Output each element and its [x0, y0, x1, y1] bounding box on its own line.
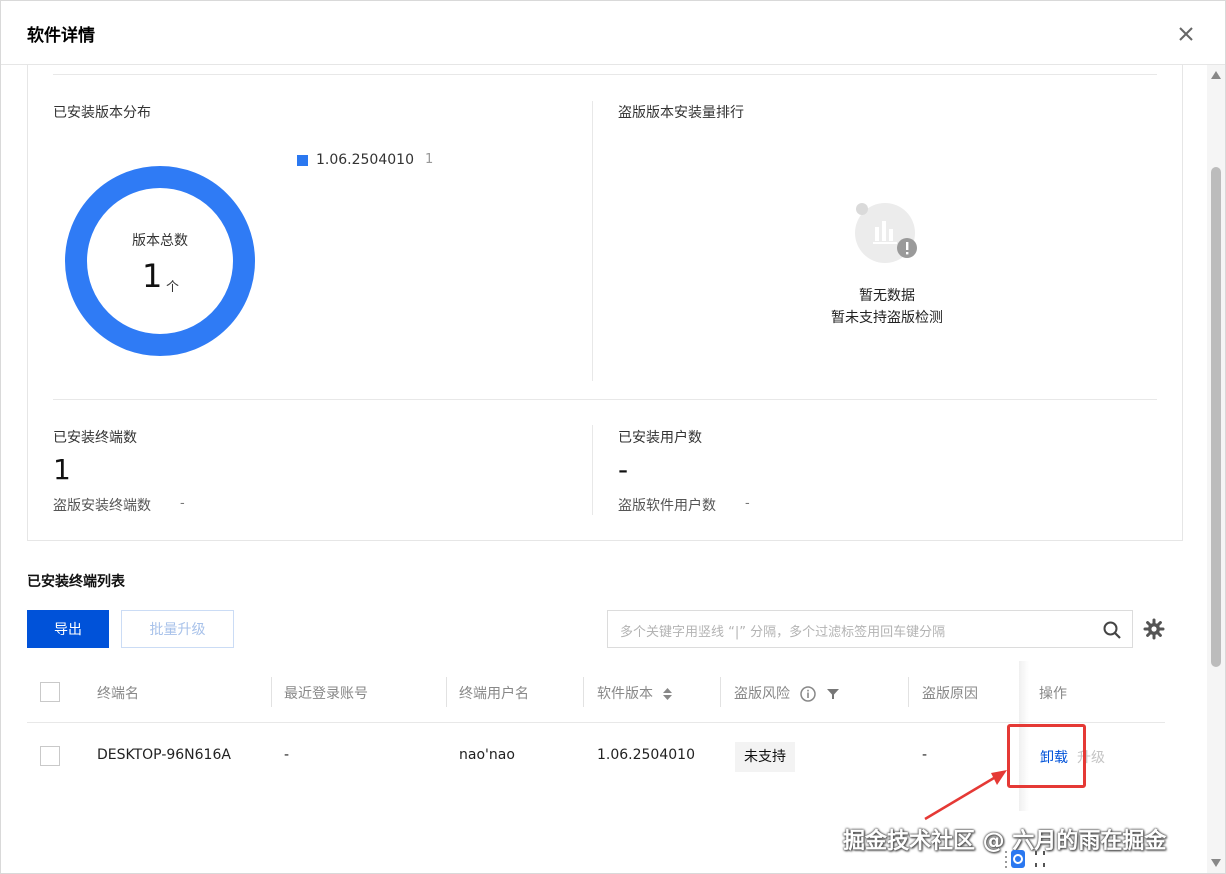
export-button[interactable]: 导出	[27, 610, 109, 648]
gear-icon[interactable]	[1143, 618, 1165, 640]
pirated-users-value: -	[745, 496, 750, 511]
donut-center-unit: 个	[166, 280, 180, 295]
divider	[592, 101, 593, 381]
cell-software-version: 1.06.2504010	[597, 747, 695, 763]
pirated-terminals-value: -	[180, 496, 185, 511]
scroll-thumb[interactable]	[1211, 167, 1221, 667]
header-last-login: 最近登录账号	[284, 686, 368, 702]
column-separator	[908, 677, 909, 707]
divider	[53, 74, 1157, 75]
installed-terminals-value: 1	[53, 453, 71, 486]
cell-terminal-name: DESKTOP-96N616A	[97, 747, 231, 763]
column-separator	[271, 677, 272, 707]
dialog-title: 软件详情	[27, 26, 95, 46]
legend-version-label: 1.06.2504010	[316, 152, 414, 168]
divider	[592, 425, 593, 515]
header-piracy-risk[interactable]: 盗版风险	[734, 683, 839, 703]
batch-upgrade-button[interactable]: 批量升级	[121, 610, 234, 648]
column-separator	[720, 677, 721, 707]
vertical-scrollbar[interactable]	[1207, 65, 1225, 873]
empty-state-description: 暂未支持盗版检测	[831, 310, 943, 326]
search-input[interactable]: 多个关键字用竖线 “|” 分隔，多个过滤标签用回车键分隔	[607, 610, 1133, 648]
annotation-arrow-icon	[924, 770, 1007, 821]
info-icon[interactable]	[800, 686, 817, 702]
column-separator	[446, 677, 447, 707]
empty-state-title: 暂无数据	[859, 288, 915, 304]
dialog-header: 软件详情	[1, 1, 1225, 65]
legend-version-count: 1	[425, 152, 434, 167]
installed-terminals-label: 已安装终端数	[53, 430, 137, 446]
header-piracy-reason: 盗版原因	[922, 686, 978, 702]
row-checkbox[interactable]	[40, 746, 60, 766]
version-distribution-label: 已安装版本分布	[53, 105, 151, 121]
cell-last-login: -	[284, 747, 290, 763]
divider	[53, 399, 1157, 400]
scroll-down-arrow-icon[interactable]	[1211, 859, 1221, 867]
table-header: 终端名 最近登录账号 终端用户名 软件版本 盗版风险 盗版原因 操作	[27, 661, 1165, 723]
cell-terminal-user: nao'nao	[459, 747, 515, 763]
legend-swatch	[297, 155, 308, 166]
terminal-list-title: 已安装终端列表	[27, 574, 125, 590]
header-piracy-risk-label: 盗版风险	[734, 686, 790, 702]
installed-users-value: -	[618, 453, 629, 486]
filter-icon[interactable]	[826, 688, 839, 700]
search-placeholder: 多个关键字用竖线 “|” 分隔，多个过滤标签用回车键分隔	[620, 625, 946, 640]
header-actions: 操作	[1039, 686, 1067, 702]
sort-icon[interactable]	[663, 688, 673, 700]
pirated-terminals-label: 盗版安装终端数	[53, 498, 151, 514]
scroll-up-arrow-icon[interactable]	[1211, 71, 1221, 79]
piracy-ranking-label: 盗版版本安装量排行	[618, 105, 744, 121]
close-icon[interactable]	[1171, 19, 1201, 49]
installed-users-label: 已安装用户数	[618, 430, 702, 446]
donut-center-label: 版本总数	[132, 233, 188, 249]
header-terminal-name: 终端名	[97, 686, 139, 702]
header-software-version-label: 软件版本	[597, 686, 653, 702]
column-separator	[583, 677, 584, 707]
pirated-users-label: 盗版软件用户数	[618, 498, 716, 514]
software-detail-dialog: 软件详情 已安装版本分布 1.06.2504010 1 版本总数 1 个 盗版版…	[0, 0, 1226, 874]
taskbar-icons	[1005, 850, 1045, 868]
empty-chart-icon	[855, 203, 917, 263]
search-icon[interactable]	[1102, 620, 1122, 640]
piracy-risk-tag: 未支持	[735, 742, 795, 772]
header-terminal-user: 终端用户名	[459, 686, 529, 702]
donut-center-value: 1	[142, 257, 163, 295]
header-software-version[interactable]: 软件版本	[597, 683, 673, 703]
select-all-checkbox[interactable]	[40, 682, 60, 702]
